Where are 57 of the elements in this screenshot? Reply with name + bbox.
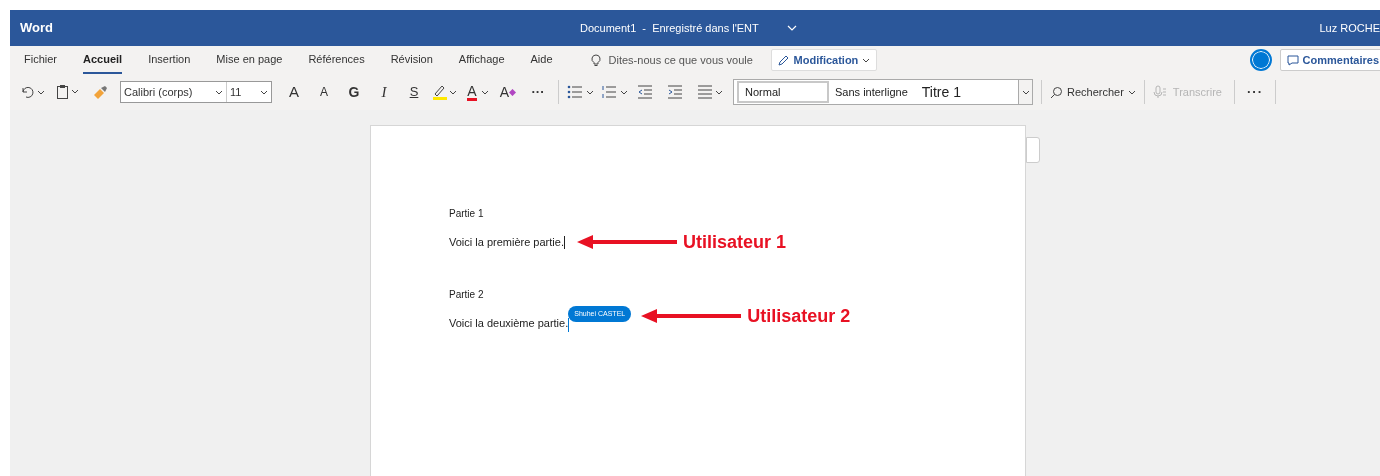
app-name: Word [20,19,54,38]
ribbon-tab[interactable]: Insertion [148,46,191,74]
comments-button[interactable]: Commentaires [1279,49,1380,71]
clear-formatting-button[interactable]: A [496,80,520,104]
chevron-down-icon [862,57,871,63]
annotation-label: Utilisateur 1 [682,230,786,254]
shrink-font-button[interactable]: A [312,80,336,104]
styles-dropdown[interactable] [1018,80,1032,104]
pencil-icon [777,54,790,66]
chevron-down-icon [260,89,268,95]
document-title: Document1 - Enregistré dans l'ENT [580,20,759,36]
bold-button[interactable]: G [342,80,366,104]
eraser-icon [509,88,517,96]
paragraph-heading: Partie 2 [449,288,484,302]
paragraph-text: Voici la première partie. [449,234,564,250]
comment-icon [1286,54,1299,66]
ribbon-tab[interactable]: Références [308,46,365,74]
underline-button[interactable]: S [402,80,426,104]
chevron-down-icon [1127,89,1136,95]
paragraph-heading: Partie 1 [449,207,484,221]
lightbulb-icon [590,53,601,67]
text-cursor [563,235,565,249]
ribbon-tab[interactable]: Révision [390,46,433,74]
annotation-label: Utilisateur 2 [747,304,851,328]
font-size-dropdown[interactable]: 11 [227,82,271,102]
more-options-button[interactable]: ··· [1246,82,1263,102]
style-option[interactable]: Normal [737,81,829,103]
user-name[interactable]: Luz ROCHE [1319,19,1380,37]
undo-icon[interactable] [20,85,46,99]
chevron-down-icon [480,89,489,95]
editing-mode-button[interactable]: Modification [770,49,878,71]
italic-button[interactable]: I [372,80,396,104]
font-name-dropdown[interactable]: Calibri (corps) [121,82,227,102]
chevron-down-icon [215,89,223,95]
search-icon [1050,85,1063,99]
ribbon-tab[interactable]: Mise en page [216,46,283,74]
collaborator-avatar[interactable] [1249,49,1272,71]
more-formatting-button[interactable]: ··· [526,80,550,104]
microphone-icon [1152,85,1167,99]
paragraph-text: Voici la deuxième partie. [449,315,569,331]
ribbon-tab[interactable]: Affichage [458,46,505,74]
find-button[interactable]: Rechercher [1050,83,1136,101]
increase-indent-icon[interactable] [667,85,683,99]
font-color-button[interactable]: A [466,80,490,104]
style-option[interactable]: Titre 1 [915,81,969,103]
ribbon-tab[interactable]: Aide [530,46,553,74]
align-icon[interactable] [697,85,725,99]
ribbon-tab[interactable]: Fichier [24,46,57,74]
chevron-down-icon [1021,89,1030,95]
style-option[interactable]: Sans interligne [829,81,916,103]
grow-font-button[interactable]: A [282,80,306,104]
tell-me-field[interactable]: Dites-nous ce que vous voule [608,51,769,69]
ribbon-tab[interactable]: Accueil [83,46,123,74]
chevron-down-icon[interactable] [786,25,797,31]
paintbrush-icon[interactable] [92,85,108,99]
collaborator-cursor [568,318,570,332]
decrease-indent-icon[interactable] [637,85,653,99]
